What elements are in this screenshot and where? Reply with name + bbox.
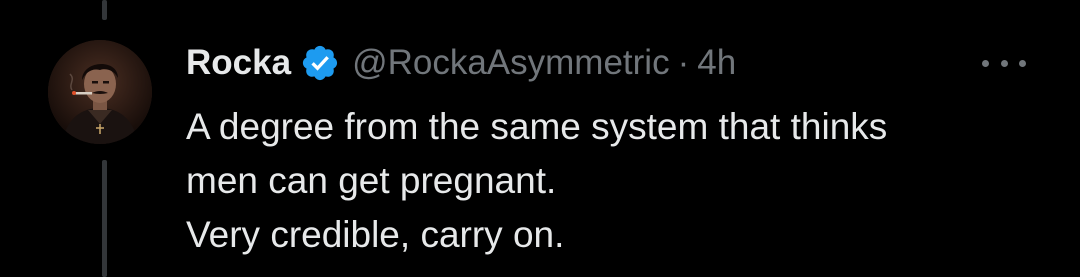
thread-line: [102, 160, 107, 277]
dot-icon: [982, 59, 989, 67]
timestamp[interactable]: 4h: [697, 43, 736, 83]
dot-icon: [1019, 59, 1026, 67]
display-name[interactable]: Rocka: [186, 43, 291, 83]
dot-icon: [1000, 59, 1008, 67]
thread-line: [102, 0, 107, 20]
tweet[interactable]: Rocka @RockaAsymmetric · 4h A degree fro…: [0, 0, 1080, 277]
verified-badge-icon: [300, 43, 340, 83]
more-options-icon[interactable]: [982, 48, 1026, 78]
tweet-text-line: men can get pregnant.: [186, 160, 557, 201]
tweet-text-line: Very credible, carry on.: [186, 214, 565, 255]
separator-dot: ·: [677, 43, 690, 82]
user-handle[interactable]: @RockaAsymmetric: [352, 43, 670, 83]
tweet-header: Rocka @RockaAsymmetric · 4h: [186, 38, 736, 88]
tweet-text-line: A degree from the same system that think…: [186, 106, 888, 147]
avatar[interactable]: [48, 40, 152, 144]
tweet-text: A degree from the same system that think…: [186, 100, 887, 262]
